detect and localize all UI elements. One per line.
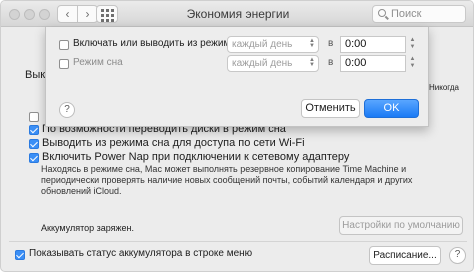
show-battery-checkbox[interactable]	[15, 250, 25, 260]
search-input[interactable]: Поиск	[372, 5, 466, 23]
show-battery-label: Показывать статус аккумулятора в строке …	[29, 248, 253, 259]
schedule-sheet: Включать или выводить из режима сна кажд…	[45, 27, 429, 127]
cancel-button[interactable]: Отменить	[301, 99, 360, 118]
updown-arrows-icon: ▲ ▼	[309, 57, 315, 68]
wake-day-select[interactable]: каждый день ▲ ▼	[227, 36, 319, 53]
slider-never-label: Никогда	[429, 83, 459, 92]
ok-button[interactable]: OK	[364, 99, 419, 118]
updown-arrows-icon: ▲ ▼	[309, 38, 315, 49]
battery-status-text: Аккумулятор заряжен.	[41, 223, 135, 233]
search-icon	[378, 9, 386, 17]
option-label-3: Включить Power Nap при подключении к сет…	[42, 151, 350, 163]
schedule-button[interactable]: Расписание...	[369, 246, 441, 265]
search-placeholder: Поиск	[391, 8, 422, 20]
sleep-at-label: в	[328, 57, 334, 68]
wake-time-field[interactable]: 0:00	[340, 36, 406, 53]
wake-schedule-row: Включать или выводить из режима сна кажд…	[46, 36, 430, 56]
sleep-schedule-label: Режим сна	[73, 57, 123, 68]
wake-time-stepper[interactable]: ▲ ▼	[408, 36, 417, 53]
option-checkbox-3[interactable]	[29, 153, 39, 163]
wake-schedule-checkbox[interactable]	[59, 40, 69, 50]
sheet-help-icon[interactable]: ?	[59, 102, 75, 118]
sleep-schedule-row: Режим сна каждый день ▲ ▼ в 0:00 ▲ ▼	[46, 55, 430, 75]
option-checkbox-2[interactable]	[29, 139, 39, 149]
option-label-2: Выводить из режима сна для доступа по се…	[42, 137, 305, 149]
bottom-divider	[9, 241, 467, 242]
help-icon[interactable]: ?	[449, 247, 466, 264]
wake-day-value: каждый день	[232, 39, 293, 50]
sleep-day-value: каждый день	[232, 58, 293, 69]
energy-saver-window: ‹ › Экономия энергии Поиск Выкл Никогда …	[0, 0, 474, 272]
option-checkbox-1[interactable]	[29, 125, 39, 135]
sleep-schedule-checkbox[interactable]	[59, 59, 69, 69]
sleep-time-stepper[interactable]: ▲ ▼	[408, 55, 417, 72]
title-bar: ‹ › Экономия энергии Поиск	[1, 1, 473, 27]
sleep-time-field[interactable]: 0:00	[340, 55, 406, 72]
wake-at-label: в	[328, 38, 334, 49]
restore-defaults-button[interactable]: Настройки по умолчанию	[339, 216, 463, 235]
option-checkbox-0[interactable]	[29, 112, 39, 122]
power-nap-description: Находясь в режиме сна, Mac может выполня…	[41, 164, 413, 196]
sleep-day-select[interactable]: каждый день ▲ ▼	[227, 55, 319, 72]
